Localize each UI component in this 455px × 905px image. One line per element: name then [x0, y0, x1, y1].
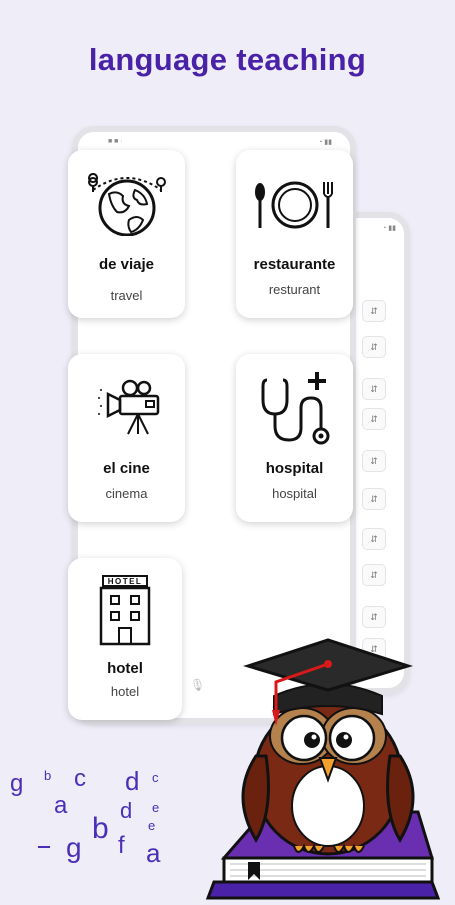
- decor-letter: c: [74, 765, 86, 792]
- plate-cutlery-icon: [236, 180, 353, 230]
- list-item: ⇵: [362, 488, 386, 510]
- decor-dash: [38, 846, 50, 848]
- list-item: ⇵: [362, 606, 386, 628]
- card-spanish-label: de viaje: [98, 256, 155, 273]
- list-item: ⇵: [362, 378, 386, 400]
- decor-letter: g: [66, 832, 82, 863]
- hotel-building-icon: HOTEL: [68, 574, 182, 648]
- card-hospital[interactable]: hospital hospital: [236, 354, 353, 522]
- card-english-label: hospital: [272, 486, 317, 501]
- owl-graduate-icon: [204, 636, 444, 900]
- decor-letter: d: [120, 798, 133, 823]
- decor-letter: a: [54, 792, 68, 819]
- decor-letter: e: [152, 800, 160, 815]
- card-spanish-label: hotel: [107, 660, 143, 677]
- list-item: ⇵: [362, 336, 386, 358]
- decor-letter: a: [146, 838, 161, 868]
- card-travel[interactable]: de viaje travel: [68, 150, 185, 318]
- card-restaurant[interactable]: restaurante resturant: [236, 150, 353, 318]
- decor-letter: b: [92, 812, 109, 845]
- card-english-label: hotel: [110, 684, 140, 699]
- card-english-label: cinema: [105, 486, 148, 501]
- list-item: ⇵: [362, 528, 386, 550]
- status-bar-left: ■ ■ ·: [108, 138, 123, 145]
- microphone-icon: 🎙: [190, 678, 206, 692]
- decor-letter: c: [152, 770, 159, 785]
- card-english-label: resturant: [268, 282, 321, 297]
- status-bar-icons: ◔ ▮▮: [318, 139, 332, 146]
- decor-letter: e: [148, 818, 156, 833]
- status-bar-icons: ◔ ▮▮: [382, 225, 396, 232]
- page-title: language teaching: [88, 42, 367, 77]
- card-spanish-label: hospital: [265, 460, 324, 477]
- decor-letter: g: [10, 770, 24, 797]
- globe-travel-icon: [68, 172, 185, 236]
- hotel-sign-text: HOTEL: [108, 577, 143, 586]
- card-spanish-label: el cine: [103, 460, 150, 477]
- decor-letter: d: [125, 766, 140, 796]
- card-hotel[interactable]: HOTEL hotel hotel: [68, 558, 182, 720]
- list-item: ⇵: [362, 450, 386, 472]
- stethoscope-icon: [236, 368, 353, 448]
- movie-camera-icon: [68, 376, 185, 436]
- list-item: ⇵: [362, 300, 386, 322]
- decor-letter: b: [44, 768, 52, 783]
- list-item: ⇵: [362, 564, 386, 586]
- card-cinema[interactable]: el cine cinema: [68, 354, 185, 522]
- card-english-label: travel: [110, 288, 143, 303]
- list-item: ⇵: [362, 408, 386, 430]
- card-spanish-label: restaurante: [253, 256, 336, 273]
- decor-letter: f: [118, 832, 125, 859]
